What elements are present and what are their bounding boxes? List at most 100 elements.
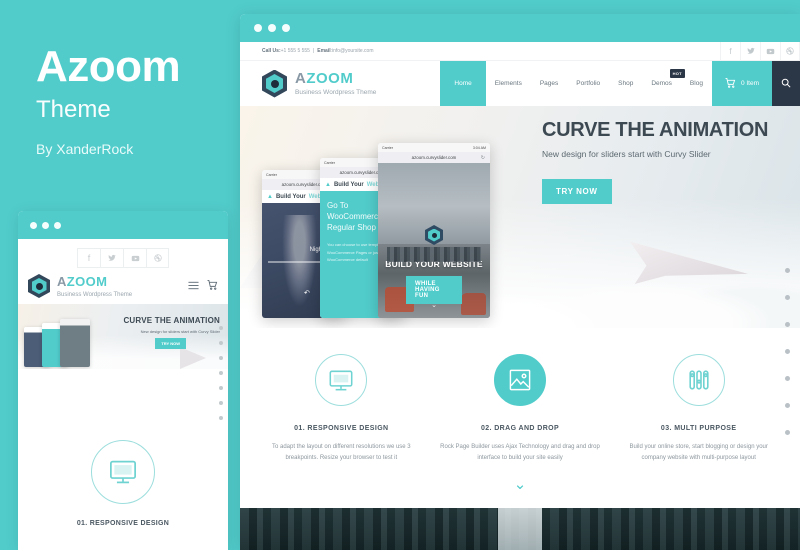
mobile-page-dot[interactable] xyxy=(219,401,223,405)
cart-count-label: 0 Item xyxy=(740,80,759,87)
nav-item-pages[interactable]: Pages xyxy=(531,61,567,106)
phone-url-bar[interactable]: azoom.curvyslider.com ↻ xyxy=(378,152,490,163)
refresh-icon[interactable]: ↻ xyxy=(481,155,485,161)
phone-url-text: azoom.curvyslider.com xyxy=(411,155,457,160)
city-image-section xyxy=(240,508,800,550)
nav-item-shop[interactable]: Shop xyxy=(609,61,642,106)
sliders-icon xyxy=(672,354,725,406)
dribbble-icon[interactable] xyxy=(146,248,169,268)
mobile-logo-text: AZOOM Business Wordpress Theme xyxy=(57,274,132,298)
nav-item-elements[interactable]: Elements xyxy=(486,61,531,106)
scroll-down-chevron-icon[interactable]: ⌄ xyxy=(240,477,800,492)
mobile-hero-subtitle: New design for sliders start with Curvy … xyxy=(140,329,220,334)
nav-item-blog[interactable]: Blog xyxy=(681,61,712,106)
mobile-feature-block: 01. RESPONSIVE DESIGN xyxy=(18,440,228,527)
mobile-page-dot[interactable] xyxy=(219,356,223,360)
mobile-hero-phone-3 xyxy=(60,319,90,367)
hexagon-eye-logo[interactable] xyxy=(28,274,50,298)
hexagon-eye-logo xyxy=(425,225,444,245)
logo-mark-icon: ▲ xyxy=(267,193,273,200)
mobile-header-row: AZOOM Business Wordpress Theme xyxy=(18,268,228,298)
hero-title: CURVE THE ANIMATION xyxy=(542,119,769,141)
page-dot[interactable] xyxy=(785,403,790,408)
youtube-icon[interactable] xyxy=(760,41,780,61)
nav-item-home[interactable]: Home xyxy=(440,61,486,106)
mobile-page-dot[interactable] xyxy=(219,341,223,345)
skate-park-image: BUILD YOUR WEBSITE WHILE HAVING FUN ⌄ xyxy=(378,163,490,318)
search-icon xyxy=(781,78,791,90)
carrier-label: Carrier xyxy=(266,172,277,177)
feature-text: Rock Page Builder uses Ajax Technology a… xyxy=(440,444,600,461)
phone-head-prefix: Build Your xyxy=(275,193,306,200)
site-logo-tagline: Business Wordpress Theme xyxy=(295,88,377,96)
hamburger-icon[interactable] xyxy=(188,279,199,293)
site-logo[interactable]: AZOOM Business Wordpress Theme xyxy=(240,61,376,106)
mobile-hero-phones xyxy=(24,319,90,367)
logo-mark-icon: ▲ xyxy=(325,181,331,188)
hero-slider: Carrier 9:46 AM azoom.curvyslider.com ▲ … xyxy=(240,106,800,328)
mobile-preview-window: f AZOOM Business Wordpress Theme CURVE T… xyxy=(18,211,228,550)
monitor-icon xyxy=(91,440,155,504)
paper-plane-icon xyxy=(630,238,748,284)
email-label: Email xyxy=(317,48,331,54)
email-address[interactable]: info@yoursite.com xyxy=(332,48,373,54)
feature-title: 03. MULTI PURPOSE xyxy=(660,425,737,432)
mobile-page-dot[interactable] xyxy=(219,371,223,375)
page-dot[interactable] xyxy=(785,376,790,381)
page-dot[interactable] xyxy=(785,430,790,435)
page-dots-navigation[interactable] xyxy=(785,268,790,435)
paper-plane-icon xyxy=(180,347,206,369)
cart-icon xyxy=(725,77,736,90)
window-close-dot[interactable] xyxy=(254,24,262,32)
feature-card-drag-and-drop: 02. DRAG AND DROP Rock Page Builder uses… xyxy=(431,354,610,463)
mobile-hero-button[interactable]: TRY NOW xyxy=(155,338,186,349)
mobile-hero-title: CURVE THE ANIMATION xyxy=(123,316,220,325)
brand-title: Azoom xyxy=(36,42,181,91)
mobile-page-dots[interactable] xyxy=(219,326,223,420)
feature-title: 02. DRAG AND DROP xyxy=(480,425,560,432)
facebook-icon[interactable]: f xyxy=(77,248,100,268)
nav-item-portfolio[interactable]: Portfolio xyxy=(567,61,609,106)
phone-number[interactable]: +1 555 5 555 xyxy=(281,48,310,54)
browser-preview-window: Call Us: +1 555 5 555 | Email : info@you… xyxy=(240,14,800,550)
features-section: 01. RESPONSIVE DESIGN To adapt the layou… xyxy=(240,328,800,463)
monitor-icon xyxy=(315,354,368,406)
page-dot[interactable] xyxy=(785,349,790,354)
site-logo-text: AZOOM Business Wordpress Theme xyxy=(295,71,376,97)
cart-icon[interactable] xyxy=(207,279,218,293)
dribbble-icon[interactable] xyxy=(780,41,800,61)
overlay-title: BUILD YOUR WEBSITE xyxy=(385,259,483,270)
window-maximize-dot[interactable] xyxy=(54,221,61,229)
page-dot[interactable] xyxy=(785,268,790,273)
window-minimize-dot[interactable] xyxy=(268,24,276,32)
page-dot[interactable] xyxy=(785,295,790,300)
window-close-dot[interactable] xyxy=(30,221,37,229)
mobile-logo-name: AZOOM xyxy=(57,274,108,289)
window-maximize-dot[interactable] xyxy=(282,24,290,32)
twitter-icon[interactable] xyxy=(100,248,123,268)
mobile-preview-titlebar xyxy=(18,211,228,239)
chevron-down-icon[interactable]: ⌄ xyxy=(431,301,437,309)
facebook-icon[interactable]: f xyxy=(720,41,740,61)
mobile-hero: CURVE THE ANIMATION New design for slide… xyxy=(18,304,228,369)
cart-button[interactable]: 0 Item xyxy=(711,61,772,106)
back-arrow-icon[interactable]: ↶ xyxy=(304,289,310,297)
search-button[interactable] xyxy=(772,61,800,106)
figure-shape xyxy=(460,293,486,315)
mobile-page-dot[interactable] xyxy=(219,326,223,330)
mobile-logo-tagline: Business Wordpress Theme xyxy=(57,292,133,298)
try-now-button[interactable]: TRY NOW xyxy=(542,179,612,204)
youtube-icon[interactable] xyxy=(123,248,146,268)
site-navbar: AZOOM Business Wordpress Theme Home Elem… xyxy=(240,61,800,106)
mobile-page-dot[interactable] xyxy=(219,416,223,420)
feature-card-multi-purpose: 03. MULTI PURPOSE Build your online stor… xyxy=(609,354,788,463)
phone-statusbar: Carrier 3:04 AM xyxy=(378,143,490,152)
mobile-page-dot[interactable] xyxy=(219,386,223,390)
mobile-nav-icons xyxy=(188,279,218,293)
phone-head-prefix: Build Your xyxy=(333,181,364,188)
page-dot[interactable] xyxy=(785,322,790,327)
window-minimize-dot[interactable] xyxy=(42,221,49,229)
twitter-icon[interactable] xyxy=(740,41,760,61)
topbar-separator: | xyxy=(312,48,315,54)
nav-item-demos[interactable]: Demos HOT xyxy=(642,61,685,106)
